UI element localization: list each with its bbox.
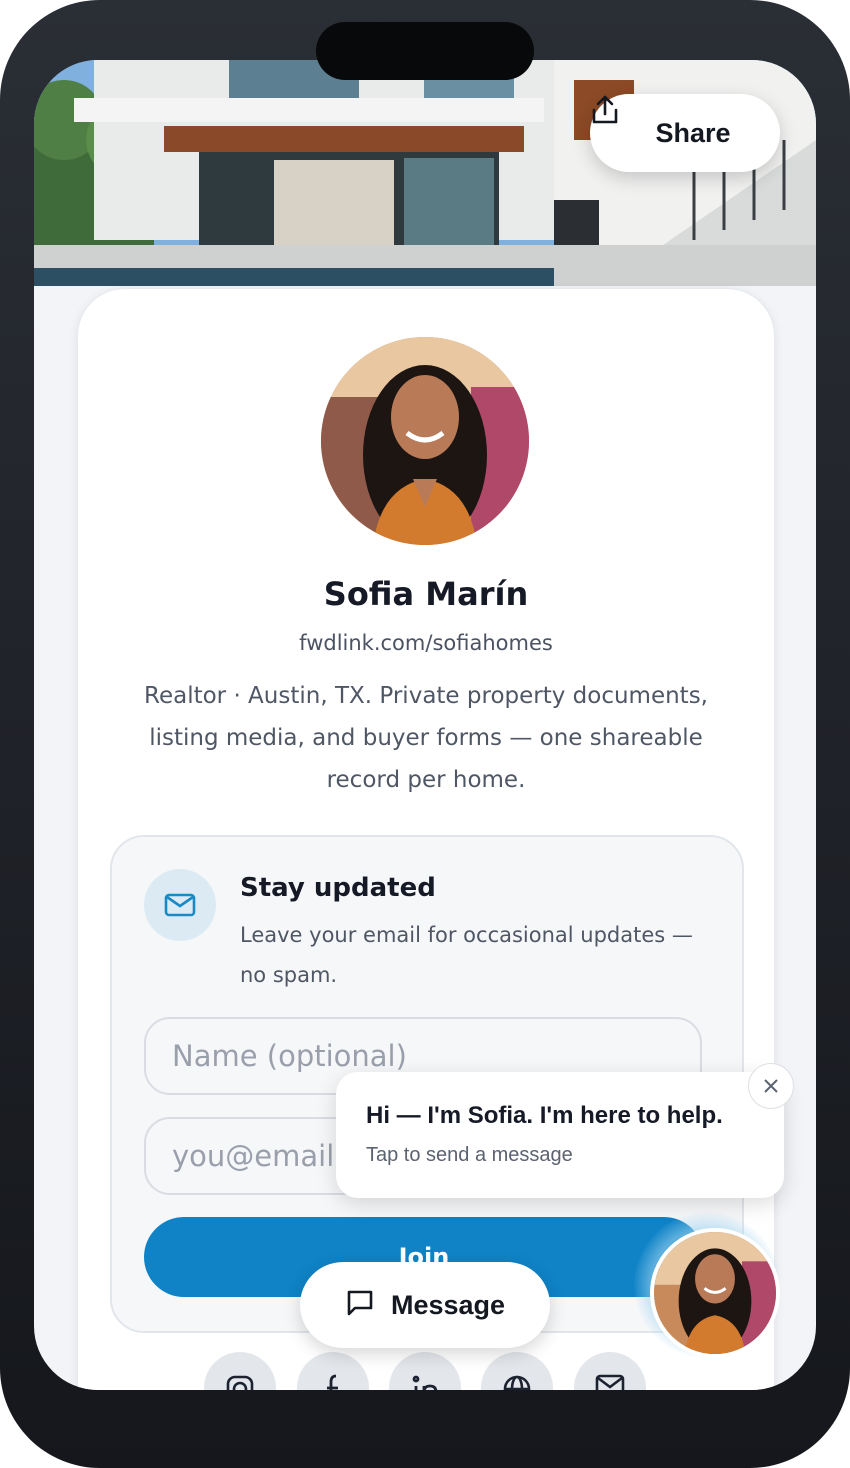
- share-label: Share: [655, 117, 731, 148]
- phone-frame: Share Sofia Marín fwdlink.com/sofiahomes…: [0, 0, 850, 1468]
- chat-greeting: Hi — I'm Sofia. I'm here to help.: [366, 1102, 723, 1129]
- camera-notch: [316, 22, 534, 80]
- close-bubble-button[interactable]: [748, 1063, 794, 1109]
- close-icon: [764, 1079, 778, 1093]
- profile-name: Sofia Marín: [323, 575, 529, 613]
- chat-avatar-button[interactable]: [650, 1228, 780, 1358]
- screen: Share Sofia Marín fwdlink.com/sofiahomes…: [34, 60, 816, 1390]
- chat-icon: [345, 1288, 375, 1322]
- share-button[interactable]: Share: [590, 94, 780, 172]
- message-button[interactable]: Message: [300, 1262, 550, 1348]
- message-label: Message: [390, 1289, 506, 1320]
- avatar: [321, 337, 529, 545]
- chat-subtext: Tap to send a message: [366, 1144, 573, 1166]
- mail-icon: [144, 869, 216, 941]
- profile-bio: Realtor · Austin, TX. Private property d…: [144, 683, 708, 793]
- subscribe-description: Leave your email for occasional updates …: [240, 923, 693, 987]
- subscribe-title: Stay updated: [240, 873, 436, 903]
- cover-photo: Share: [34, 60, 816, 286]
- chat-greeting-bubble[interactable]: Hi — I'm Sofia. I'm here to help. Tap to…: [336, 1072, 784, 1198]
- profile-link[interactable]: fwdlink.com/sofiahomes: [78, 631, 774, 655]
